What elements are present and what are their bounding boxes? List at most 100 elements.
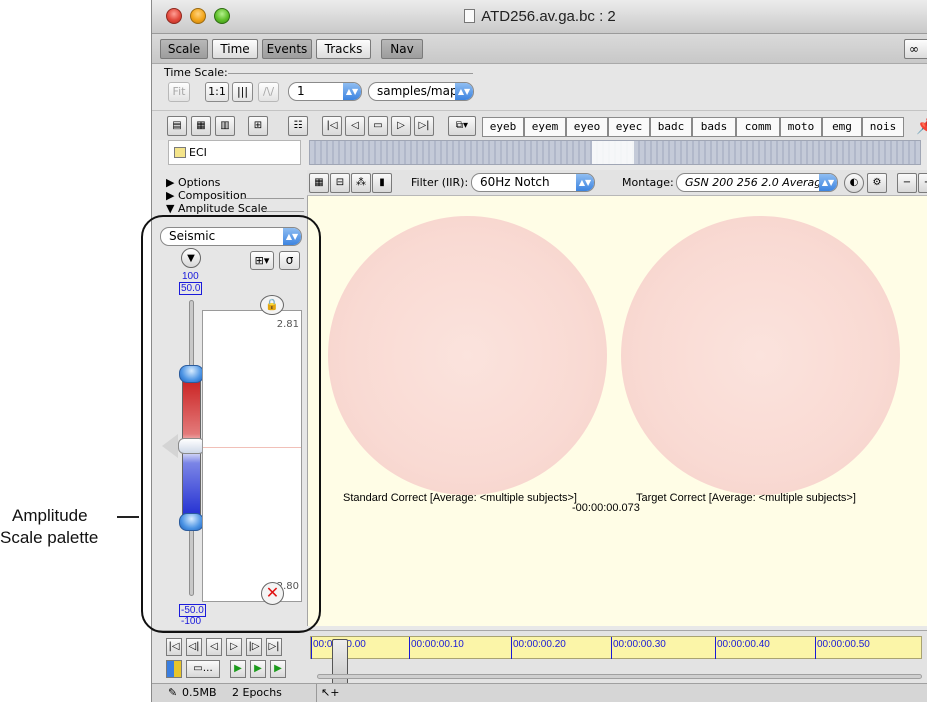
tab-time[interactable]: Time [212, 39, 258, 59]
cursor-tool-icon[interactable]: ↖+ [316, 684, 339, 702]
event-tag[interactable]: nois [862, 117, 904, 137]
event-tag[interactable]: eyeb [482, 117, 524, 137]
time-scale-unit-select[interactable]: samples/map ▲▼ [368, 82, 474, 101]
composition-label: Composition [177, 189, 247, 202]
previous-event-icon[interactable]: ◁ [345, 116, 365, 136]
timeline-tick [511, 637, 512, 659]
step-forward-icon[interactable]: ▷ [226, 638, 242, 656]
event-tag[interactable]: eyeo [566, 117, 608, 137]
popup-arrows-icon: ▲▼ [343, 83, 361, 100]
timeline-label: 00:00:00.30 [613, 639, 666, 650]
amplitude-scale-palette-outline [141, 215, 321, 633]
view-options-icon[interactable]: ▭… [186, 660, 220, 678]
event-tag[interactable]: eyem [524, 117, 566, 137]
event-tag[interactable]: moto [780, 117, 822, 137]
tab-events[interactable]: Events [262, 39, 312, 59]
event-tag[interactable]: bads [692, 117, 736, 137]
play-loop-icon[interactable]: ▶ [250, 660, 266, 678]
window-title-text: ATD256.av.ga.bc : 2 [481, 8, 616, 25]
tab-tracks[interactable]: Tracks [316, 39, 371, 59]
window-title: ATD256.av.ga.bc : 2 [152, 8, 927, 25]
timeline-tick [311, 637, 312, 659]
options-disclosure[interactable]: ▶ Options [166, 176, 220, 189]
event-icon[interactable]: ▭ [368, 116, 388, 136]
previous-page-icon[interactable]: ◁| [186, 638, 202, 656]
timeline-tick [815, 637, 816, 659]
map-toolbar: ▦ ⊟ ⁂ ▮ Filter (IIR): 60Hz Notch ▲▼ Mont… [307, 170, 927, 196]
epoch-count: 2 Epochs [232, 686, 282, 699]
timeline-label: 00:00:00.50 [817, 639, 870, 650]
expand-icon[interactable]: + [918, 173, 927, 193]
composition-disclosure[interactable]: ▶ Composition [166, 189, 247, 202]
link-icon[interactable]: ∞ [904, 39, 927, 59]
playback-area: |◁ ◁| ◁ ▷ |▷ ▷| ▭… ▶ ▶ ▶ 00:00:00.00 00:… [152, 630, 927, 702]
topomap-head-right[interactable] [621, 216, 900, 495]
display-mode-icon[interactable]: ▤ [167, 116, 187, 136]
montage-select[interactable]: GSN 200 256 2.0 Averag... ▲▼ [676, 173, 838, 192]
scrub-bar[interactable] [317, 674, 922, 679]
filter-value: 60Hz Notch [480, 175, 550, 189]
status-bar: ✎ 0.5MB 2 Epochs ↖+ [152, 683, 927, 702]
go-to-start-icon[interactable]: |◁ [166, 638, 182, 656]
layout-icon[interactable]: ⊟ [330, 173, 350, 193]
channel-icon[interactable]: ⁂ [351, 173, 371, 193]
event-tag[interactable]: badc [650, 117, 692, 137]
callout-line-1: Amplitude [12, 506, 88, 525]
collapse-icon[interactable]: − [897, 173, 917, 193]
step-back-icon[interactable]: ◁ [206, 638, 222, 656]
topomap-head-left[interactable] [328, 216, 607, 495]
tab-scale[interactable]: Scale [160, 39, 208, 59]
next-event-icon[interactable]: ▷ [391, 116, 411, 136]
event-tag[interactable]: emg [822, 117, 862, 137]
timeline-tick [409, 637, 410, 659]
map-time-label: -00:00:00.073 [572, 502, 640, 514]
time-scale-value: 1 [297, 84, 305, 98]
options-label: Options [177, 176, 221, 189]
montage-settings-icon[interactable]: ⚙ [867, 173, 887, 193]
display-mode-icon[interactable]: ▦ [191, 116, 211, 136]
next-page-icon[interactable]: |▷ [246, 638, 262, 656]
reference-icon[interactable]: ◐ [844, 173, 864, 193]
eci-label: ECI [189, 146, 207, 159]
overview-window[interactable] [592, 141, 634, 164]
timeline-tick [611, 637, 612, 659]
go-to-end-icon[interactable]: ▷| [266, 638, 282, 656]
amplitude-scale-disclosure[interactable]: ▼ Amplitude Scale [166, 202, 267, 215]
tab-nav[interactable]: Nav [381, 39, 423, 59]
add-montage-icon[interactable]: ⊞ [248, 116, 268, 136]
play-icon[interactable]: ▶ [230, 660, 246, 678]
event-tag[interactable]: eyec [608, 117, 650, 137]
overview-bar[interactable] [309, 140, 921, 165]
copy-menu-icon[interactable]: ⧉▾ [448, 116, 476, 136]
one-to-one-button[interactable]: 1:1 [205, 82, 229, 102]
title-bar: ATD256.av.ga.bc : 2 [152, 0, 927, 34]
popup-arrows-icon: ▲▼ [819, 174, 837, 191]
filter-select[interactable]: 60Hz Notch ▲▼ [471, 173, 595, 192]
play-forward-icon[interactable]: ▶ [270, 660, 286, 678]
filter-label: Filter (IIR): [411, 176, 469, 189]
last-event-icon[interactable]: ▷| [414, 116, 434, 136]
event-tag[interactable]: comm [736, 117, 780, 137]
color-scale-icon[interactable]: ▮ [372, 173, 392, 193]
callout-line-2: Scale palette [0, 528, 99, 547]
display-mode-icon[interactable]: ▥ [215, 116, 235, 136]
time-scale-value-select[interactable]: 1 ▲▼ [288, 82, 362, 101]
waveform-icon[interactable]: ||| [232, 82, 253, 102]
timeline-ruler[interactable]: 00:00:00.00 00:00:00.10 00:00:00.20 00:0… [310, 636, 922, 685]
grid-view-icon[interactable]: ▦ [309, 173, 329, 193]
fit-button[interactable]: Fit [168, 82, 190, 102]
color-map-icon[interactable] [166, 660, 182, 678]
timeline-label: 00:00:00.10 [411, 639, 464, 650]
pin-icon[interactable]: 📌 [916, 116, 927, 135]
time-scale-unit: samples/map [377, 84, 458, 98]
divider [266, 211, 304, 212]
slope-icon[interactable]: /\/ [258, 82, 279, 102]
channel-list-icon[interactable]: ☷ [288, 116, 308, 136]
first-event-icon[interactable]: |◁ [322, 116, 342, 136]
topomap-view: Standard Correct [Average: <multiple sub… [307, 196, 927, 626]
divider [228, 73, 473, 74]
amplitude-scale-label: Amplitude Scale [177, 202, 268, 215]
eci-event-track[interactable]: ECI [168, 140, 301, 165]
popup-arrows-icon: ▲▼ [455, 83, 473, 100]
popup-arrows-icon: ▲▼ [576, 174, 594, 191]
